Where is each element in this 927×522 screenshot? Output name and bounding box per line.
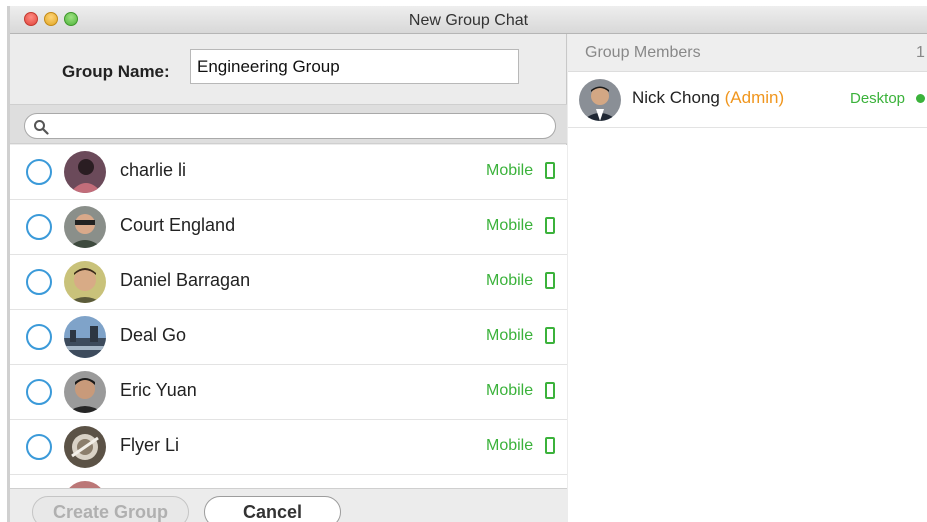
avatar — [64, 316, 106, 358]
contact-list[interactable]: charlie li Mobile Court England Mobile D… — [10, 145, 567, 488]
cancel-button[interactable]: Cancel — [204, 496, 341, 522]
contact-name: Daniel Barragan — [120, 270, 251, 290]
group-members-panel: Group Members 1 Nick Chong (Admin) Deskt… — [568, 34, 927, 522]
online-dot-icon — [916, 94, 925, 103]
create-group-button[interactable]: Create Group — [32, 496, 189, 522]
avatar — [64, 261, 106, 303]
member-status: Desktop — [850, 90, 906, 107]
group-name-row: Group Name: — [10, 34, 567, 104]
search-input[interactable] — [53, 116, 548, 136]
new-group-chat-window: New Group Chat Group Name: charlie — [10, 6, 927, 522]
mobile-phone-icon — [545, 162, 555, 179]
select-contact-radio[interactable] — [26, 159, 52, 185]
select-contact-radio[interactable] — [26, 214, 52, 240]
contact-name: Flyer Li — [120, 435, 180, 455]
mobile-phone-icon — [545, 382, 555, 399]
window-title: New Group Chat — [408, 12, 529, 29]
contact-row[interactable] — [10, 475, 567, 488]
select-contact-radio[interactable] — [26, 434, 52, 460]
search-icon — [34, 120, 49, 135]
contact-row[interactable]: Eric Yuan Mobile — [10, 365, 567, 420]
left-window-edge — [0, 0, 10, 522]
group-name-label: Group Name: — [62, 62, 170, 81]
contact-status: Mobile — [486, 437, 534, 454]
mobile-phone-icon — [545, 217, 555, 234]
contact-name: Eric Yuan — [120, 380, 197, 400]
avatar — [64, 206, 106, 248]
member-row[interactable]: Nick Chong (Admin) Desktop — [568, 72, 927, 128]
contact-name: Court England — [120, 215, 236, 235]
group-members-count: 1 — [916, 44, 925, 61]
contact-status: Mobile — [486, 162, 534, 179]
title-bar[interactable]: New Group Chat — [10, 6, 927, 34]
group-members-title: Group Members — [585, 44, 701, 61]
contact-status: Mobile — [486, 382, 534, 399]
member-role: (Admin) — [724, 88, 785, 107]
contact-name: Deal Go — [120, 325, 187, 345]
contact-status: Mobile — [486, 327, 534, 344]
mobile-phone-icon — [545, 327, 555, 344]
search-bar — [10, 104, 567, 144]
avatar — [64, 481, 106, 488]
member-name: Nick Chong (Admin) — [632, 88, 784, 108]
contact-row[interactable]: Court England Mobile — [10, 200, 567, 255]
contact-status: Mobile — [486, 272, 534, 289]
contact-picker-panel: Group Name: charlie li Mobile — [10, 34, 567, 522]
contact-row[interactable]: charlie li Mobile — [10, 145, 567, 200]
contact-row[interactable]: Daniel Barragan Mobile — [10, 255, 567, 310]
contact-status: Mobile — [486, 217, 534, 234]
contact-name: charlie li — [120, 160, 187, 180]
mobile-phone-icon — [545, 272, 555, 289]
select-contact-radio[interactable] — [26, 269, 52, 295]
member-name-text: Nick Chong — [632, 88, 720, 107]
group-members-header: Group Members 1 — [568, 34, 927, 72]
avatar — [64, 151, 106, 193]
contact-row[interactable]: Flyer Li Mobile — [10, 420, 567, 475]
select-contact-radio[interactable] — [26, 379, 52, 405]
group-name-input[interactable] — [190, 49, 519, 84]
avatar — [64, 426, 106, 468]
avatar — [64, 371, 106, 413]
contact-row[interactable]: Deal Go Mobile — [10, 310, 567, 365]
mobile-phone-icon — [545, 437, 555, 454]
footer: Create Group Cancel — [10, 488, 567, 522]
avatar — [579, 79, 621, 121]
select-contact-radio[interactable] — [26, 324, 52, 350]
search-box[interactable] — [24, 113, 556, 139]
